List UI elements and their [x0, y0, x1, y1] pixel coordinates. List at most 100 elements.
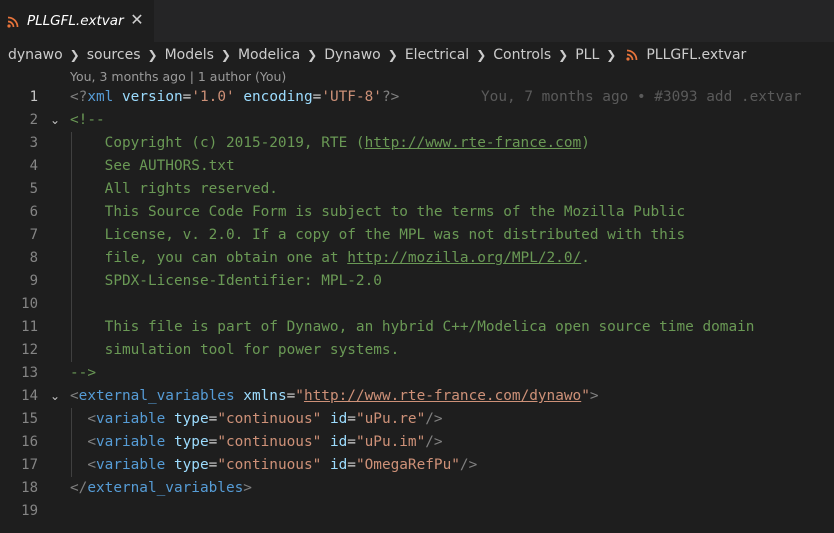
blame-header[interactable]: You, 3 months ago | 1 author (You)	[70, 69, 286, 84]
code-token: variable	[96, 457, 166, 473]
code-token: variable	[96, 411, 166, 427]
code-text: <external_variables xmlns="http://www.rt…	[70, 385, 599, 408]
code-token: <!--	[70, 112, 105, 128]
breadcrumb-item-pll[interactable]: PLL	[575, 47, 599, 63]
tab-pllgfl-extvar[interactable]: PLLGFL.extvar ✕	[0, 0, 154, 42]
line-number: 2	[29, 112, 38, 128]
line-number: 14	[21, 388, 38, 404]
code-token: "continuous"	[217, 457, 322, 473]
code-token: xml	[87, 89, 114, 105]
code-line[interactable]: 7 License, v. 2.0. If a copy of the MPL …	[0, 224, 834, 247]
code-token: =	[286, 388, 296, 404]
code-line[interactable]: 4 See AUTHORS.txt	[0, 155, 834, 178]
line-number: 9	[29, 273, 38, 289]
code-token: =	[208, 457, 218, 473]
code-token: "	[295, 388, 304, 404]
chevron-right-icon: ❯	[606, 48, 617, 62]
chevron-right-icon: ❯	[558, 48, 569, 62]
code-token: >	[243, 480, 252, 496]
code-line[interactable]: 14 ⌄ <external_variables xmlns="http://www…	[0, 385, 834, 408]
code-token: type	[173, 434, 209, 450]
code-token: <	[87, 411, 96, 427]
code-text: <variable type="continuous" id="uPu.re"/…	[70, 408, 442, 431]
chevron-right-icon: ❯	[307, 48, 318, 62]
code-token: License, v. 2.0. If a copy of the MPL wa…	[70, 227, 686, 243]
code-token: Copyright (c) 2015-2019, RTE (	[70, 135, 365, 151]
code-token: =	[208, 434, 218, 450]
code-token: external_variables	[87, 480, 244, 496]
chevron-right-icon: ❯	[220, 48, 231, 62]
breadcrumb-item-modelica[interactable]: Modelica	[238, 47, 300, 63]
code-token: "continuous"	[217, 434, 322, 450]
code-text: <variable type="continuous" id="uPu.im"/…	[70, 431, 443, 454]
code-token: xmlns	[243, 388, 287, 404]
code-text: <?xml version='1.0' encoding='UTF-8'?>	[70, 86, 399, 109]
code-line[interactable]: 3 Copyright (c) 2015-2019, RTE (http://w…	[0, 132, 834, 155]
code-token: -->	[70, 365, 96, 381]
breadcrumb-item-models[interactable]: Models	[165, 47, 214, 63]
code-line[interactable]: 2 ⌄ <!--	[0, 109, 834, 132]
breadcrumb-item-dynawo[interactable]: dynawo	[8, 47, 63, 63]
close-icon[interactable]: ✕	[127, 10, 147, 30]
code-line[interactable]: 16 <variable type="continuous" id="uPu.i…	[0, 431, 834, 454]
line-number: 13	[21, 365, 38, 381]
code-line[interactable]: 6 This Source Code Form is subject to th…	[0, 201, 834, 224]
code-token: This file is part of Dynawo, an hybrid C…	[70, 319, 755, 335]
code-token: "OmegaRefPu"	[355, 457, 460, 473]
code-token: See AUTHORS.txt	[70, 158, 235, 174]
code-line[interactable]: 8 file, you can obtain one at http://moz…	[0, 247, 834, 270]
code-line[interactable]: 10	[0, 293, 834, 316]
code-text: <!--	[70, 109, 105, 132]
chevron-right-icon: ❯	[147, 48, 158, 62]
code-line[interactable]: 12 simulation tool for power systems.	[0, 339, 834, 362]
code-line[interactable]: 13 -->	[0, 362, 834, 385]
line-number: 5	[29, 181, 38, 197]
code-line[interactable]: 18 </external_variables>	[0, 477, 834, 500]
code-token: "uPu.re"	[355, 411, 426, 427]
code-token: =	[208, 411, 218, 427]
code-token: />	[459, 457, 478, 473]
breadcrumb-item-sources[interactable]: sources	[87, 47, 141, 63]
code-token: http://www.rte-france.com	[364, 135, 582, 151]
code-token: SPDX-License-Identifier: MPL-2.0	[70, 273, 382, 289]
code-token: type	[173, 457, 209, 473]
code-text: </external_variables>	[70, 477, 252, 500]
fold-chevron-icon[interactable]: ⌄	[48, 385, 62, 408]
code-text: License, v. 2.0. If a copy of the MPL wa…	[70, 224, 686, 247]
fold-chevron-icon[interactable]: ⌄	[48, 109, 62, 132]
code-token: id	[329, 457, 348, 473]
code-line[interactable]: 5 All rights reserved.	[0, 178, 834, 201]
breadcrumb-file[interactable]: PLLGFL.extvar	[646, 47, 746, 63]
code-token: "continuous"	[217, 411, 322, 427]
breadcrumb-item-dynawo[interactable]: Dynawo	[324, 47, 381, 63]
code-token: <	[70, 388, 79, 404]
code-token: simulation tool for power systems.	[70, 342, 400, 358]
breadcrumb-item-electrical[interactable]: Electrical	[405, 47, 469, 63]
chevron-right-icon: ❯	[69, 48, 80, 62]
code-token: .	[581, 250, 590, 266]
code-token: '1.0'	[191, 89, 235, 105]
code-text: All rights reserved.	[70, 178, 278, 201]
code-line[interactable]: 1 <?xml version='1.0' encoding='UTF-8'?> Y…	[0, 86, 834, 109]
code-line[interactable]: 17 <variable type="continuous" id="Omega…	[0, 454, 834, 477]
code-text: simulation tool for power systems.	[70, 339, 400, 362]
code-line[interactable]: 9 SPDX-License-Identifier: MPL-2.0	[0, 270, 834, 293]
code-line[interactable]: 19	[0, 500, 834, 523]
code-line[interactable]: 11 This file is part of Dynawo, an hybri…	[0, 316, 834, 339]
breadcrumb-item-controls[interactable]: Controls	[493, 47, 551, 63]
code-token: 'UTF-8'	[321, 89, 382, 105]
code-token: />	[425, 434, 443, 450]
code-line[interactable]: 15 <variable type="continuous" id="uPu.r…	[0, 408, 834, 431]
code-token: </	[70, 480, 88, 496]
code-token: =	[312, 89, 322, 105]
code-text: This Source Code Form is subject to the …	[70, 201, 686, 224]
inline-blame[interactable]: You, 7 months ago • #3093 add .extvar	[481, 86, 802, 109]
line-number: 8	[29, 250, 38, 266]
